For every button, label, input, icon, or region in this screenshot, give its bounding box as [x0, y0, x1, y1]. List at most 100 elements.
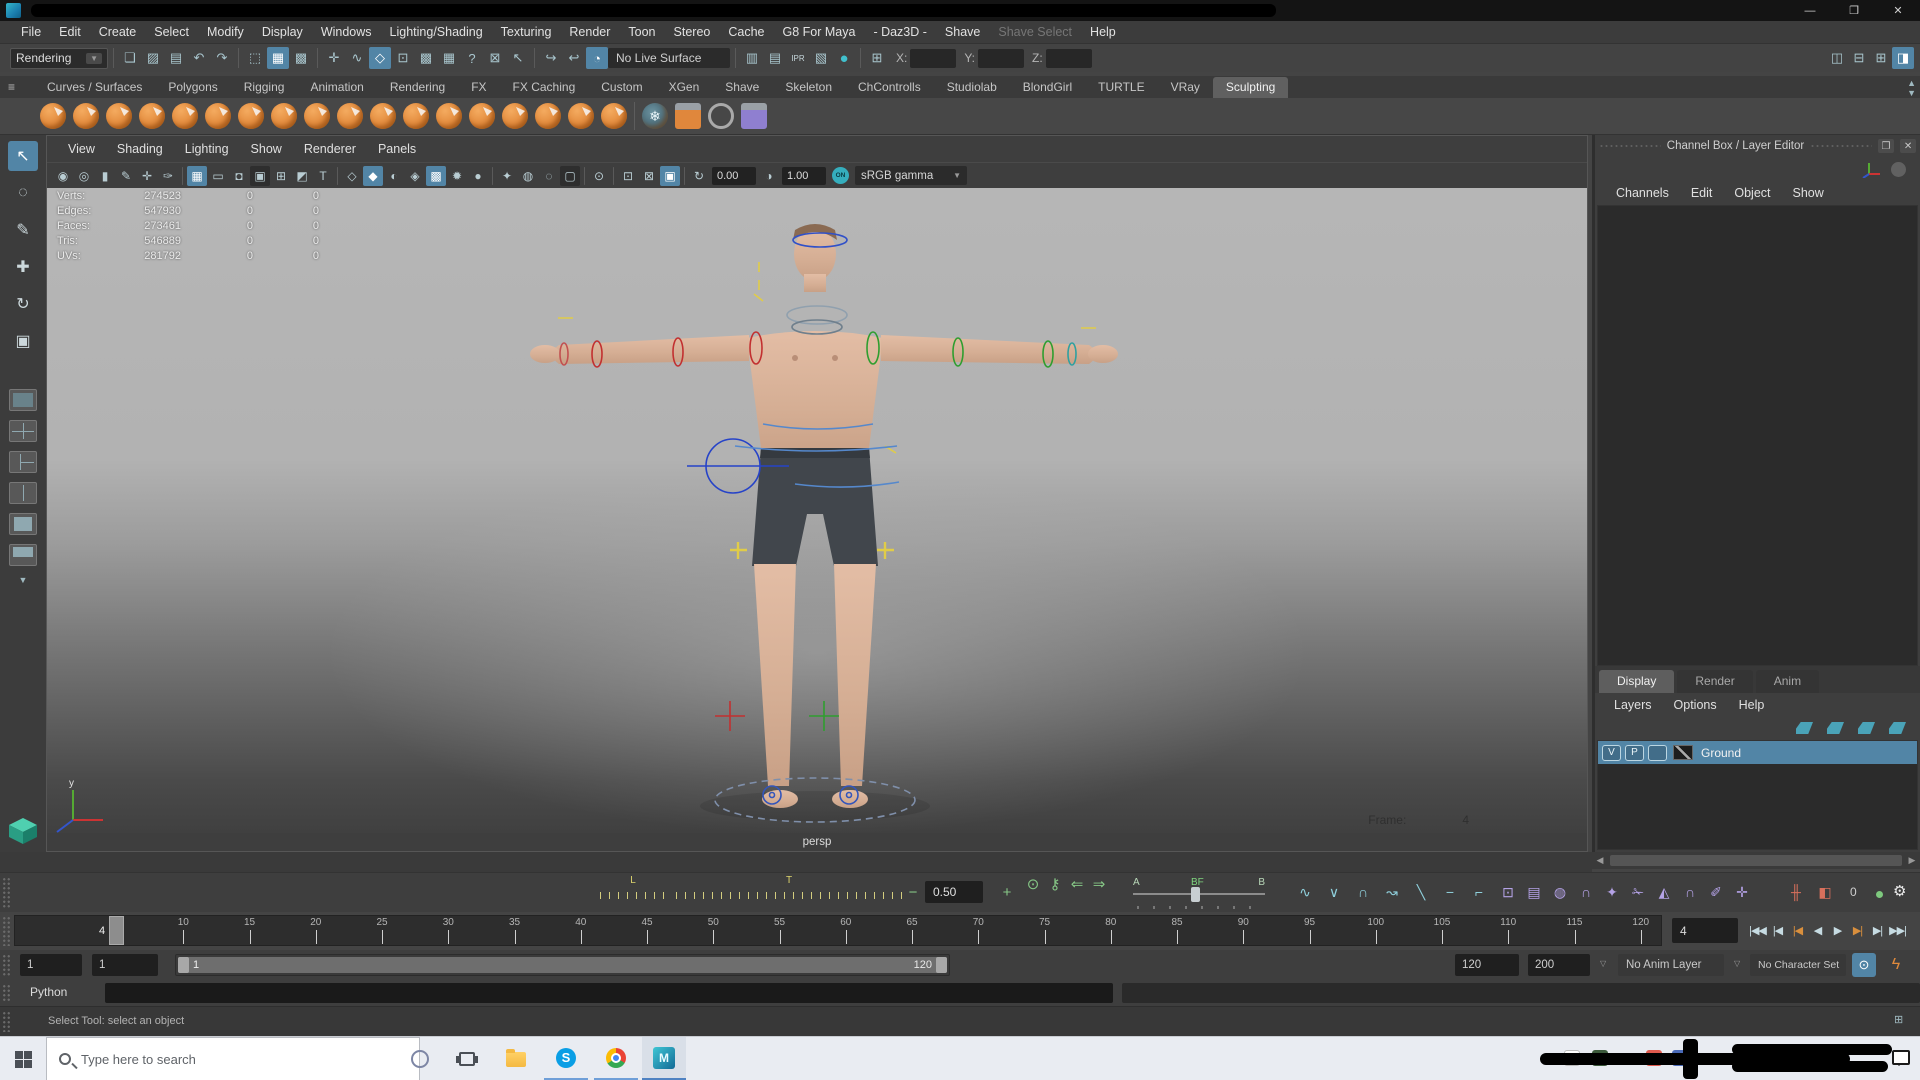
anim-tool-icon[interactable]: ∩ — [1576, 881, 1596, 903]
menu-item[interactable]: Stereo — [665, 21, 720, 44]
refresh-icon[interactable]: ↻ — [689, 166, 709, 186]
scrape-brush-icon[interactable] — [403, 103, 429, 129]
drag-handle[interactable] — [2, 916, 11, 946]
anim-tool-icon[interactable]: ✁ — [1628, 881, 1648, 903]
x-coord-input[interactable] — [910, 48, 957, 68]
layer-list[interactable]: V P . Ground — [1597, 740, 1918, 850]
file-explorer-button[interactable] — [494, 1037, 538, 1080]
output-connections-icon[interactable]: ↩ — [563, 47, 585, 69]
redo-icon[interactable]: ↷ — [211, 47, 233, 69]
viewport-menu-item[interactable]: View — [57, 142, 106, 156]
attribute-editor-toggle-icon[interactable]: ⊞ — [1870, 47, 1892, 69]
auto-keyframe-toggle[interactable]: ⊙ — [1852, 953, 1876, 977]
shelf-tab[interactable]: Sculpting — [1212, 77, 1289, 98]
animation-start-field[interactable]: 1 — [20, 954, 82, 976]
iconbar-separator[interactable] — [684, 166, 685, 185]
menu-item[interactable]: Windows — [312, 21, 381, 44]
layer-display-type-toggle[interactable]: . — [1648, 744, 1667, 761]
current-frame-marker[interactable]: 4 — [99, 916, 124, 945]
move-tool[interactable]: ✚ — [8, 252, 38, 282]
pan-zoom-icon[interactable]: ✛ — [137, 166, 157, 186]
select-component-icon[interactable]: ▩ — [290, 47, 312, 69]
increase-weight-button[interactable]: + — [996, 881, 1018, 903]
menu-item[interactable]: Help — [1081, 21, 1125, 44]
chevron-down-icon[interactable]: ▽ — [1600, 959, 1606, 968]
viewport-menu-item[interactable]: Lighting — [174, 142, 240, 156]
next-key-arrow-icon[interactable]: ⇒ — [1088, 873, 1110, 895]
viewport-menu-item[interactable]: Panels — [367, 142, 427, 156]
scrollbar-thumb[interactable] — [1610, 855, 1902, 866]
safe-action-icon[interactable]: ◩ — [292, 166, 312, 186]
channel-box-menu-item[interactable]: Show — [1782, 186, 1835, 200]
single-pane-layout-button[interactable] — [9, 389, 37, 411]
chevron-down-icon[interactable]: ▽ — [1734, 959, 1740, 968]
rotate-tool[interactable]: ↻ — [8, 289, 38, 319]
depth-of-field-icon[interactable]: ▢ — [560, 165, 580, 186]
channel-box-menu-item[interactable]: Edit — [1680, 186, 1724, 200]
shelf-tab[interactable]: VRay — [1158, 77, 1213, 98]
viewport-canvas[interactable]: Verts: 274523 0 0 Edges: 547930 0 0 Face… — [47, 188, 1587, 833]
freeze-brush-icon[interactable] — [601, 103, 627, 129]
menu-item[interactable]: Edit — [50, 21, 90, 44]
menu-item[interactable]: G8 For Maya — [774, 21, 865, 44]
spray-brush-icon[interactable] — [271, 103, 297, 129]
wireframe-on-shaded-icon[interactable]: ◐ — [384, 166, 404, 186]
anim-tool-icon[interactable]: ✐ — [1706, 881, 1726, 903]
live-surface-field[interactable]: No Live Surface — [608, 48, 730, 68]
spline-tangent-icon[interactable]: ∿ — [1295, 881, 1315, 903]
shelf-menu-icon[interactable]: ≡ — [8, 80, 15, 94]
film-gate-icon[interactable]: ▭ — [208, 166, 228, 186]
uv-panel-icon[interactable] — [741, 103, 767, 129]
layer-editor-tab[interactable]: Render — [1677, 670, 1753, 693]
layer-editor-tab[interactable]: Display — [1599, 670, 1675, 693]
shelf-tab[interactable]: Rendering — [377, 77, 458, 98]
drag-handle[interactable] — [1810, 143, 1873, 149]
go-to-end-button[interactable]: ▶▶| — [1888, 917, 1907, 943]
grease-pencil-icon[interactable]: ✑ — [158, 166, 178, 186]
use-all-lights-icon[interactable]: ✹ — [447, 166, 467, 186]
viewport-menu-item[interactable]: Shading — [106, 142, 174, 156]
menu-item[interactable]: Create — [90, 21, 146, 44]
command-input[interactable] — [105, 983, 1113, 1003]
iconbar-separator[interactable] — [337, 166, 338, 185]
lock-camera-icon[interactable]: ◎ — [74, 166, 94, 186]
flatten-brush-icon[interactable] — [205, 103, 231, 129]
outliner-layout-button[interactable] — [9, 513, 37, 535]
wireframe-icon[interactable]: ◇ — [342, 166, 362, 186]
xray-joints-icon[interactable]: ⊠ — [639, 166, 659, 186]
evaluation-manager-icon[interactable]: ϟ — [1884, 953, 1908, 977]
layer-editor-menu-item[interactable]: Layers — [1603, 698, 1663, 712]
shelf-tab[interactable]: Shave — [712, 77, 772, 98]
construction-history-icon[interactable]: ◔ — [586, 47, 608, 69]
snap-curve-icon[interactable]: ∿ — [346, 47, 368, 69]
channel-box-toggle-icon[interactable]: ⊟ — [1848, 47, 1870, 69]
undo-icon[interactable]: ↶ — [188, 47, 210, 69]
task-view-button[interactable] — [445, 1037, 489, 1080]
color-management-toggle[interactable]: ON — [832, 167, 849, 184]
menu-item[interactable]: File — [12, 21, 50, 44]
shelf-tab[interactable]: BlondGirl — [1010, 77, 1085, 98]
shelf-tab[interactable]: FX — [458, 77, 499, 98]
minimize-button[interactable]: — — [1788, 0, 1832, 21]
anim-tool-icon[interactable]: ✦ — [1602, 881, 1622, 903]
rotate-indicator-icon[interactable] — [1891, 161, 1906, 177]
select-tool[interactable]: ↖ — [8, 141, 38, 171]
smear-brush-icon[interactable] — [502, 103, 528, 129]
animation-end-field[interactable]: 200 — [1528, 954, 1590, 976]
more-layouts-icon[interactable]: ▼ — [19, 575, 28, 585]
wax-brush-icon[interactable] — [370, 103, 396, 129]
viewport-menu-item[interactable]: Show — [240, 142, 293, 156]
gamma-field[interactable]: 1.00 — [782, 166, 826, 185]
ipr-render-icon[interactable]: IPR — [787, 47, 809, 69]
transform-field-icon[interactable]: ⊞ — [866, 47, 888, 69]
drag-handle[interactable] — [2, 877, 11, 908]
safe-title-icon[interactable]: T — [313, 166, 333, 186]
motion-blur-icon[interactable]: ◍ — [518, 166, 538, 186]
layer-playback-toggle[interactable]: P — [1625, 744, 1644, 761]
menu-item[interactable]: Shave Select — [989, 21, 1081, 44]
layer-editor-menu-item[interactable]: Help — [1728, 698, 1776, 712]
flat-tangent-icon[interactable]: − — [1440, 881, 1460, 903]
layer-list-scrollbar[interactable]: ◀ ▶ — [1592, 852, 1920, 869]
go-to-start-button[interactable]: |◀◀ — [1748, 917, 1767, 943]
range-start-handle[interactable] — [178, 957, 189, 973]
